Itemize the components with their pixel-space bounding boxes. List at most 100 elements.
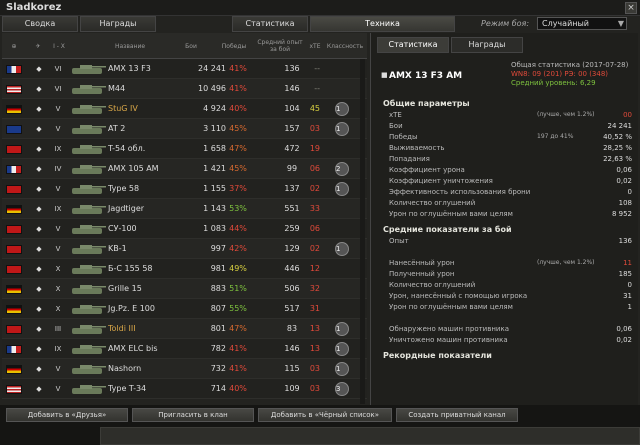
stat-value: 0,06 xyxy=(616,325,632,333)
close-button[interactable]: × xyxy=(625,2,637,14)
xte-cell: 03 xyxy=(309,364,320,373)
nation-flag-icon xyxy=(6,165,22,174)
mastery-badge-icon: 1 xyxy=(335,242,349,256)
tab-vehicle-statistics[interactable]: Статистика xyxy=(377,37,449,53)
table-row[interactable]: ◆ IX T-54 обл. 1 658 47% 472 19 xyxy=(2,139,367,159)
mastery-badge-icon: 1 xyxy=(335,322,349,336)
stat-label: Попадания xyxy=(389,155,430,163)
table-row[interactable]: ◆ VI M44 10 496 41% 146 -- xyxy=(2,79,367,99)
table-row[interactable]: ◆ IX Jagdtiger 1 143 53% 551 33 xyxy=(2,199,367,219)
table-row[interactable]: ◆ X Jg.Pz. E 100 807 55% 517 31 xyxy=(2,299,367,319)
tab-vehicle-awards[interactable]: Награды xyxy=(451,37,523,53)
xte-cell: 12 xyxy=(309,264,320,273)
nation-flag-icon xyxy=(6,345,22,354)
xte-cell: 45 xyxy=(309,104,320,113)
section-heading: Средние показатели за бой xyxy=(383,225,512,234)
tank-silhouette-icon xyxy=(72,125,106,134)
stat-label: Опыт xyxy=(389,237,409,245)
stat-label: Обнаружено машин противника xyxy=(389,325,510,333)
invite-clan-button[interactable]: Пригласить в клан xyxy=(132,408,254,422)
col-battles[interactable]: Бои xyxy=(170,33,212,59)
tier-cell: V xyxy=(55,185,61,193)
tier-cell: VI xyxy=(54,65,62,73)
type-filter-icon[interactable]: ✈ xyxy=(30,33,46,59)
wins-cell: 40% xyxy=(229,104,247,113)
add-blacklist-button[interactable]: Добавить в «Чёрный список» xyxy=(258,408,392,422)
stat-note: (лучше, чем 1.2%) xyxy=(537,259,595,266)
table-row[interactable]: ◆ VI AMX 13 F3 24 241 41% 136 -- xyxy=(2,59,367,79)
stat-value: 0 xyxy=(627,188,632,196)
nation-filter-icon[interactable]: ⊕ xyxy=(4,33,24,59)
nation-flag-icon xyxy=(6,305,22,314)
stat-value: 108 xyxy=(618,199,632,207)
table-row[interactable]: ◆ V Nashorn 732 41% 115 03 1 xyxy=(2,359,367,379)
xte-cell: 33 xyxy=(309,204,320,213)
vehicle-name-cell: AMX 105 AM xyxy=(108,164,159,173)
stat-label: Полученный урон xyxy=(389,270,455,278)
col-mastery[interactable]: Классность xyxy=(326,33,364,59)
title-bar: Sladkorez × xyxy=(0,0,640,16)
col-tier[interactable]: I - X xyxy=(48,33,70,59)
table-row[interactable]: ◆ III Toldi III 801 47% 83 13 1 xyxy=(2,319,367,339)
tier-cell: VI xyxy=(54,85,62,93)
xte-cell: 13 xyxy=(309,324,320,333)
vehicle-name-cell: AT 2 xyxy=(108,124,126,133)
table-row[interactable]: ◆ IX AMX ELC bis 782 41% 146 13 1 xyxy=(2,339,367,359)
add-friend-button[interactable]: Добавить в «Друзья» xyxy=(6,408,128,422)
xte-cell: 06 xyxy=(309,224,320,233)
xte-cell: 31 xyxy=(309,304,320,313)
vehicle-name-cell: T-54 обл. xyxy=(108,144,146,153)
tab-summary[interactable]: Сводка xyxy=(2,16,78,32)
tank-silhouette-icon xyxy=(72,145,106,154)
tank-silhouette-icon xyxy=(72,85,106,94)
battle-mode-select[interactable]: Случайный ▼ xyxy=(537,17,627,30)
table-row[interactable]: ◆ IV AMX 105 AM 1 421 45% 99 06 2 xyxy=(2,159,367,179)
tier-cell: V xyxy=(55,105,61,113)
table-row[interactable]: ◆ V Type 58 1 155 37% 137 02 1 xyxy=(2,179,367,199)
stat-label: Выживаемость xyxy=(389,144,445,152)
stat-value: 22,63 % xyxy=(603,155,632,163)
col-name[interactable]: Название xyxy=(102,33,158,59)
mastery-badge-icon: 2 xyxy=(335,162,349,176)
table-row[interactable]: ◆ V СУ-100 1 083 44% 259 06 xyxy=(2,219,367,239)
tab-awards[interactable]: Награды xyxy=(80,16,156,32)
table-row[interactable]: ◆ V StuG IV 4 924 40% 104 45 1 xyxy=(2,99,367,119)
tier-cell: V xyxy=(55,365,61,373)
list-scrollbar[interactable] xyxy=(360,59,365,404)
vehicle-name-cell: KB-1 xyxy=(108,244,127,253)
bottom-bar: Добавить в «Друзья» Пригласить в клан До… xyxy=(0,405,640,445)
section-heading: Общие параметры xyxy=(383,99,470,108)
table-row[interactable]: ◆ X Grille 15 883 51% 506 32 xyxy=(2,279,367,299)
vehicle-type-icon: ◆ xyxy=(36,365,42,373)
nation-flag-icon xyxy=(6,185,22,194)
tier-cell: X xyxy=(55,265,61,273)
tank-silhouette-icon xyxy=(72,265,106,274)
vehicle-details-panel: Статистика Награды ■ AMX 13 F3 AM Общая … xyxy=(370,33,638,405)
stat-value: 00 xyxy=(623,111,632,119)
garage-carousel-strip[interactable] xyxy=(100,427,640,445)
tab-statistics[interactable]: Статистика xyxy=(232,16,308,32)
mastery-badge-icon: 1 xyxy=(335,102,349,116)
wins-cell: 47% xyxy=(229,324,247,333)
table-row[interactable]: ◆ X Б-С 155 58 981 49% 446 12 xyxy=(2,259,367,279)
col-avg-xp[interactable]: Средний опыт за бой xyxy=(256,33,304,59)
vehicle-name-cell: M44 xyxy=(108,84,126,93)
col-xte[interactable]: xTE xyxy=(306,33,324,59)
nation-flag-icon xyxy=(6,285,22,294)
create-private-channel-button[interactable]: Создать приватный канал xyxy=(396,408,518,422)
stat-label: Урон, нанесённый с помощью игрока xyxy=(389,292,528,300)
table-row[interactable]: ◆ V Type T-34 714 40% 109 03 3 xyxy=(2,379,367,399)
stat-value: 0,02 xyxy=(616,336,632,344)
table-row[interactable]: ◆ V AT 23 110 45% 157 03 1 xyxy=(2,119,367,139)
wins-cell: 47% xyxy=(229,144,247,153)
stat-value: 0,06 xyxy=(616,166,632,174)
battle-mode-value: Случайный xyxy=(542,19,590,28)
tank-silhouette-icon xyxy=(72,225,106,234)
tab-vehicles[interactable]: Техника xyxy=(310,16,455,32)
col-wins[interactable]: Победы xyxy=(214,33,254,59)
vehicle-name: AMX 13 F3 AM xyxy=(389,71,463,81)
table-row[interactable]: ◆ V KB-1 997 42% 129 02 1 xyxy=(2,239,367,259)
wins-cell: 40% xyxy=(229,384,247,393)
xte-cell: 03 xyxy=(309,124,320,133)
battle-mode-label: Режим боя: xyxy=(481,19,530,28)
